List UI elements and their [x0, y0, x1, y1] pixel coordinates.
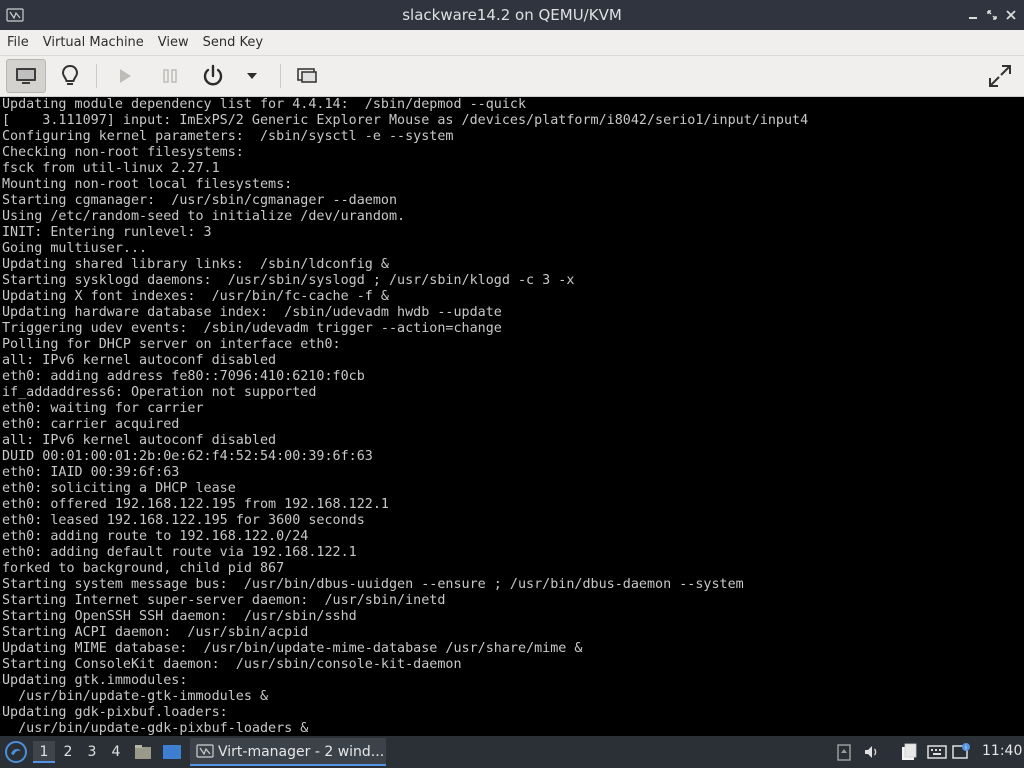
shutdown-button[interactable]: [193, 59, 233, 93]
console-line: eth0: waiting for carrier: [2, 401, 204, 416]
screenshots-button[interactable]: [287, 59, 327, 93]
console-line: Updating hardware database index: /sbin/…: [2, 305, 502, 320]
maximize-icon[interactable]: [983, 6, 1001, 24]
console-line: forked to background, child pid 867: [2, 561, 285, 576]
volume-icon[interactable]: [862, 742, 882, 762]
console-line: Updating X font indexes: /usr/bin/fc-cac…: [2, 289, 389, 304]
console-line: INIT: Entering runlevel: 3: [2, 225, 212, 240]
console-line: Mounting non-root local filesystems:: [2, 177, 293, 192]
chevron-down-icon: [247, 73, 257, 79]
workspace-4[interactable]: 4: [105, 741, 127, 763]
console-line: eth0: adding address fe80::7096:410:6210…: [2, 369, 365, 384]
console-line: Starting system message bus: /usr/bin/db…: [2, 577, 744, 592]
toolbar-separator: [280, 64, 281, 88]
console-line: eth0: offered 192.168.122.195 from 192.1…: [2, 497, 389, 512]
menu-virtual-machine[interactable]: Virtual Machine: [36, 30, 151, 55]
console-line: Updating shared library links: /sbin/ldc…: [2, 257, 389, 272]
shutdown-menu-button[interactable]: [234, 59, 270, 93]
console-line: Starting ACPI daemon: /usr/sbin/acpid: [2, 625, 309, 640]
console-line: Triggering udev events: /sbin/udevadm tr…: [2, 321, 502, 336]
console-line: eth0: carrier acquired: [2, 417, 180, 432]
console-line: DUID 00:01:00:01:2b:0e:62:f4:52:54:00:39…: [2, 449, 373, 464]
power-icon: [203, 64, 223, 86]
window-title: slackware14.2 on QEMU/KVM: [402, 6, 622, 24]
monitor-icon: [16, 68, 36, 84]
console-line: Using /etc/random-seed to initialize /de…: [2, 209, 406, 224]
menu-send-key[interactable]: Send Key: [196, 30, 270, 55]
clipboard-tray-icon[interactable]: [834, 742, 854, 762]
menu-file[interactable]: File: [0, 30, 36, 55]
show-console-button[interactable]: [6, 59, 46, 93]
console-line: all: IPv6 kernel autoconf disabled: [2, 433, 277, 448]
pause-button[interactable]: [150, 59, 190, 93]
keyboard-icon[interactable]: [927, 742, 947, 762]
console-line: eth0: IAID 00:39:6f:63: [2, 465, 180, 480]
workspace-1[interactable]: 1: [33, 741, 55, 763]
pause-icon: [163, 69, 177, 83]
console-line: Starting cgmanager: /usr/sbin/cgmanager …: [2, 193, 398, 208]
console-line: eth0: adding route to 192.168.122.0/24: [2, 529, 309, 544]
workspace-2[interactable]: 2: [57, 741, 79, 763]
show-details-button[interactable]: [50, 59, 90, 93]
console-line: all: IPv6 kernel autoconf disabled: [2, 353, 277, 368]
show-desktop-icon[interactable]: [162, 742, 182, 762]
console-line: Updating MIME database: /usr/bin/update-…: [2, 641, 583, 656]
console-line: fsck from util-linux 2.27.1: [2, 161, 220, 176]
lightbulb-icon: [61, 64, 79, 85]
console-line: Updating gtk.immodules:: [2, 673, 188, 688]
notes-icon[interactable]: [899, 742, 919, 762]
console-line: Starting sysklogd daemons: /usr/sbin/sys…: [2, 273, 575, 288]
console-line: Polling for DHCP server on interface eth…: [2, 337, 341, 352]
close-icon[interactable]: [1002, 6, 1020, 24]
fullscreen-icon: [989, 65, 1011, 87]
play-icon: [120, 69, 131, 83]
console-line: Updating module dependency list for 4.4.…: [2, 97, 527, 112]
taskbar-clock[interactable]: 11:40: [982, 743, 1022, 759]
minimize-icon[interactable]: [964, 6, 982, 24]
console-line: if_addaddress6: Operation not supported: [2, 385, 317, 400]
console-line: /usr/bin/update-gdk-pixbuf-loaders &: [2, 721, 309, 736]
taskbar: 1 2 3 4 Virt-manager - 2 wind... i 11:40: [0, 736, 1024, 768]
console-line: eth0: soliciting a DHCP lease: [2, 481, 236, 496]
console-line: Configuring kernel parameters: /sbin/sys…: [2, 129, 454, 144]
console-line: Checking non-root filesystems:: [2, 145, 244, 160]
window-titlebar[interactable]: slackware14.2 on QEMU/KVM: [0, 0, 1024, 30]
workspace-3[interactable]: 3: [81, 741, 103, 763]
console-line: Starting OpenSSH SSH daemon: /usr/sbin/s…: [2, 609, 357, 624]
console-line: eth0: adding default route via 192.168.1…: [2, 545, 357, 560]
console-line: eth0: leased 192.168.122.195 for 3600 se…: [2, 513, 365, 528]
screens-icon: [297, 68, 317, 83]
vm-toolbar: [0, 56, 1024, 97]
console-line: Going multiuser...: [2, 241, 148, 256]
console-output: Updating module dependency list for 4.4.…: [0, 97, 1024, 736]
virt-manager-icon: [196, 744, 214, 758]
console-line: Starting Internet super-server daemon: /…: [2, 593, 446, 608]
menu-view[interactable]: View: [151, 30, 196, 55]
run-button[interactable]: [105, 59, 145, 93]
console-line: Updating gdk-pixbuf.loaders:: [2, 705, 228, 720]
network-icon[interactable]: i: [952, 742, 972, 762]
menu-bar: File Virtual Machine View Send Key: [0, 30, 1024, 56]
console-line: [ 3.111097] input: ImExPS/2 Generic Expl…: [2, 113, 809, 128]
file-manager-icon[interactable]: [133, 742, 153, 762]
console-line: /usr/bin/update-gtk-immodules &: [2, 689, 269, 704]
vm-console-display[interactable]: Updating module dependency list for 4.4.…: [0, 97, 1024, 736]
taskbar-task-virt-manager[interactable]: Virt-manager - 2 wind...: [190, 738, 386, 766]
toolbar-separator: [96, 64, 97, 88]
taskbar-task-label: Virt-manager - 2 wind...: [218, 744, 385, 760]
console-line: Starting ConsoleKit daemon: /usr/sbin/co…: [2, 657, 462, 672]
start-menu-icon[interactable]: [4, 740, 28, 764]
fullscreen-button[interactable]: [980, 59, 1020, 93]
